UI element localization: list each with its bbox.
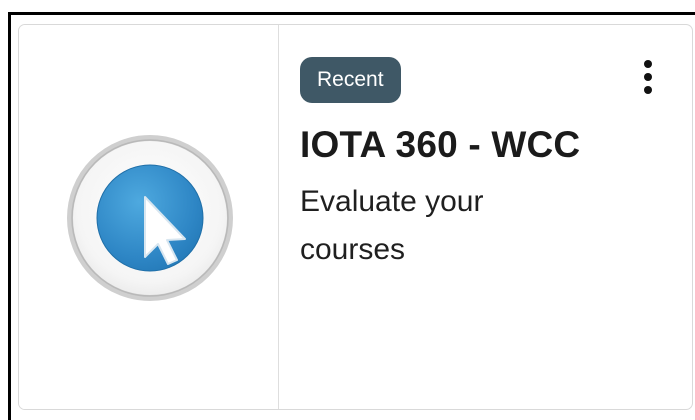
course-card[interactable]: Recent IOTA 360 - WCC Evaluate your cour…: [18, 24, 693, 410]
card-thumbnail[interactable]: [19, 25, 279, 409]
recent-badge: Recent: [300, 57, 401, 103]
cursor-circle-logo-icon: [67, 135, 233, 301]
card-title[interactable]: IOTA 360 - WCC: [300, 123, 692, 167]
card-description: Evaluate your courses: [300, 185, 484, 266]
kebab-menu-icon[interactable]: [634, 60, 662, 100]
